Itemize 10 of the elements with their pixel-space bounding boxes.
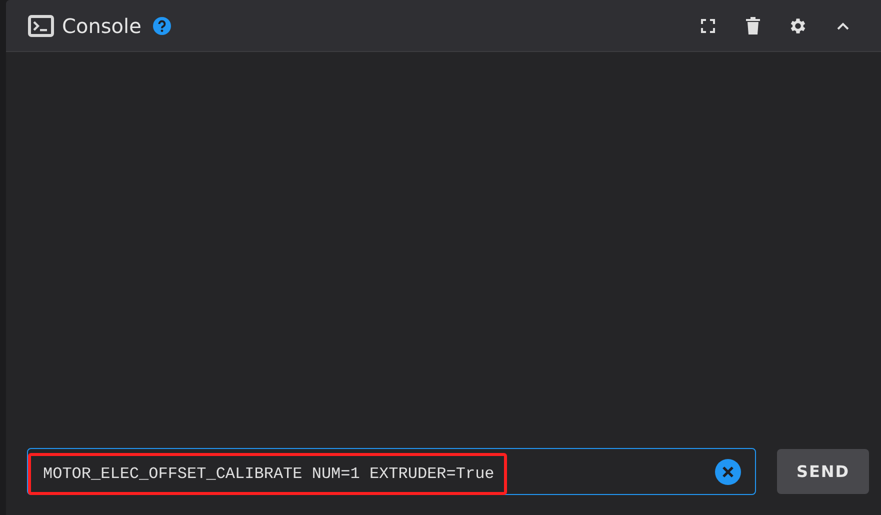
trash-icon bbox=[746, 16, 760, 34]
terminal-icon bbox=[28, 14, 54, 36]
send-button[interactable]: SEND bbox=[777, 449, 869, 494]
help-icon[interactable] bbox=[153, 16, 172, 34]
panel-title: Console bbox=[62, 14, 142, 38]
fullscreen-icon bbox=[700, 18, 714, 32]
command-text[interactable]: MOTOR_ELEC_OFFSET_CALIBRATE NUM=1 EXTRUDER=True bbox=[43, 464, 498, 482]
clear-icon[interactable] bbox=[715, 458, 741, 484]
command-input-field[interactable]: MOTOR_ELEC_OFFSET_CALIBRATE NUM=1 EXTRUDER=True bbox=[27, 448, 756, 495]
chevron-up-icon bbox=[836, 20, 850, 30]
